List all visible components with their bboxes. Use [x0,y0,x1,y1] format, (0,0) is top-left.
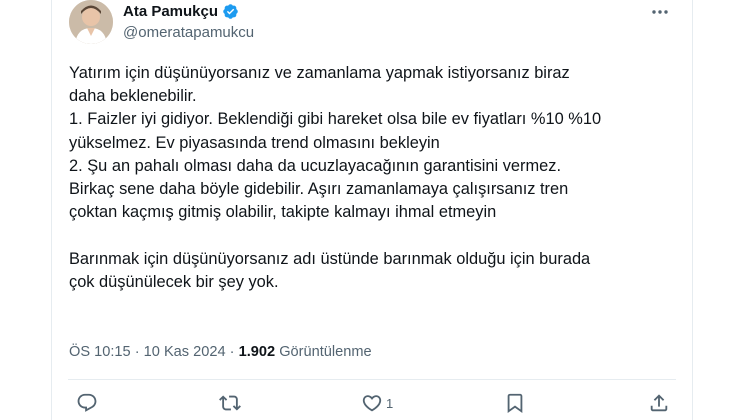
tweet-line: Yatırım için düşünüyorsanız ve zamanlama… [69,64,570,82]
views-label: Görüntülenme [275,344,372,360]
meta-separator: · [130,344,144,360]
author-display-name[interactable]: Ata Pamukçu [123,3,218,20]
avatar[interactable] [69,0,113,44]
bookmark-icon [507,393,523,414]
action-bar: 1 [52,392,692,420]
like-button[interactable]: 1 [361,392,393,414]
bookmark-button[interactable] [504,392,526,414]
tweet-line: daha beklenebilir. [69,87,197,106]
verified-badge-icon [222,3,239,20]
reply-button[interactable] [76,392,98,414]
tweet-time[interactable]: ÖS 10:15 [69,344,131,360]
tweet-line: 1. Faizler iyi gidiyor. Beklendiği gibi … [69,110,602,129]
retweet-button[interactable] [219,392,241,414]
tweet-card: Ata Pamukçu @omeratapamukcu Yatırım için… [51,0,693,420]
tweet-meta: ÖS 10:15 · 10 Kas 2024 · 1.902 Görüntüle… [69,344,372,360]
views-count: 1.902 [238,344,276,360]
share-button[interactable] [648,392,670,414]
tweet-line: 2. Şu an pahalı olması daha da ucuzlayac… [69,156,562,175]
like-count: 1 [386,395,394,411]
heart-icon [362,395,382,412]
tweet-line: Barınmak için düşünüyorsanız adı üstünde… [69,249,591,268]
retweet-icon [219,395,241,411]
tweet-line: çok düşünülecek bir şey yok. [69,272,279,291]
tweet-line: yükselmez. Ev piyasasında trend olmasını… [69,133,440,152]
tweet-line: çoktan kaçmış gitmiş olabilir, takipte k… [69,203,497,222]
share-icon [650,394,668,412]
tweet-date[interactable]: 10 Kas 2024 [144,344,226,360]
author-name-row[interactable]: Ata Pamukçu [123,3,239,20]
tweet-line: Birkaç sene daha böyle gidebilir. Aşırı … [69,180,569,199]
more-options-icon[interactable] [650,4,670,20]
tweet-text: Yatırım için düşünüyorsanız ve zamanlama… [69,62,679,294]
author-handle[interactable]: @omeratapamukcu [123,24,254,41]
meta-separator: · [225,344,239,360]
divider [68,379,676,380]
reply-icon [77,393,97,412]
